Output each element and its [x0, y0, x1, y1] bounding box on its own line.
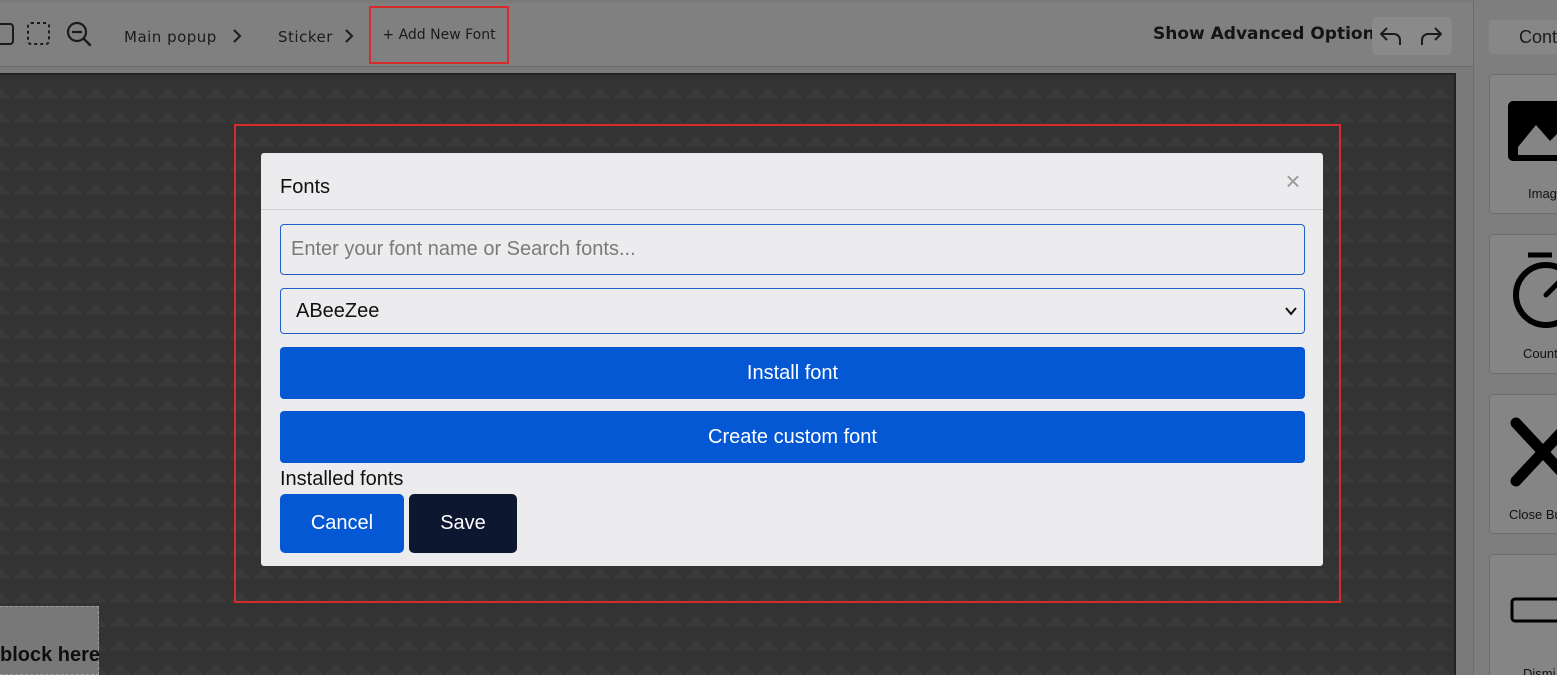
font-select-dropdown[interactable]: ABeeZee: [280, 288, 1305, 334]
undo-icon[interactable]: [1378, 23, 1404, 49]
elements-sidebar: Cont Image Count Close Bu Dismi: [1473, 0, 1557, 675]
sidebar-tab-content[interactable]: Cont: [1489, 20, 1557, 54]
cancel-button[interactable]: Cancel: [280, 494, 404, 553]
show-advanced-options-button[interactable]: Show Advanced Options: [1153, 24, 1385, 44]
add-new-font-button[interactable]: + Add New Font: [369, 6, 509, 64]
dismiss-button-icon: [1510, 597, 1557, 623]
font-search-input[interactable]: [280, 224, 1305, 275]
history-controls: [1372, 17, 1452, 55]
save-button[interactable]: Save: [409, 494, 517, 553]
square-icon[interactable]: [0, 21, 18, 47]
image-icon: [1508, 101, 1557, 161]
marquee-select-icon[interactable]: [26, 21, 52, 47]
create-custom-font-button[interactable]: Create custom font: [280, 411, 1305, 463]
sidebar-item-image[interactable]: Image: [1489, 74, 1557, 214]
sidebar-item-countdown[interactable]: Count: [1489, 234, 1557, 374]
close-icon: [1510, 417, 1557, 487]
chevron-down-icon: [1285, 307, 1297, 316]
zoom-out-icon[interactable]: [66, 21, 92, 47]
close-icon[interactable]: ×: [1283, 168, 1303, 194]
sidebar-item-close-button[interactable]: Close Bu: [1489, 394, 1557, 534]
sidebar-item-label: Dismi: [1523, 666, 1556, 675]
redo-icon[interactable]: [1418, 23, 1444, 49]
sidebar-item-label: Close Bu: [1509, 507, 1557, 522]
install-font-button[interactable]: Install font: [280, 347, 1305, 399]
modal-header: Fonts ×: [261, 153, 1323, 210]
drop-block-text: block here: [0, 644, 101, 666]
chevron-right-icon: [233, 29, 242, 43]
sidebar-item-label: Image: [1528, 186, 1557, 201]
sidebar-item-dismiss[interactable]: Dismi: [1489, 554, 1557, 675]
chevron-right-icon: [345, 29, 354, 43]
modal-title: Fonts: [280, 176, 331, 198]
breadcrumb-main-popup[interactable]: Main popup: [124, 28, 217, 46]
font-select-value: ABeeZee: [296, 300, 380, 322]
installed-fonts-label: Installed fonts: [280, 468, 404, 490]
fonts-modal: Fonts × ABeeZee Install font Create cust…: [261, 153, 1323, 566]
breadcrumb-sticker[interactable]: Sticker: [278, 28, 333, 46]
sidebar-item-label: Count: [1523, 346, 1557, 361]
stopwatch-icon: [1513, 252, 1557, 328]
